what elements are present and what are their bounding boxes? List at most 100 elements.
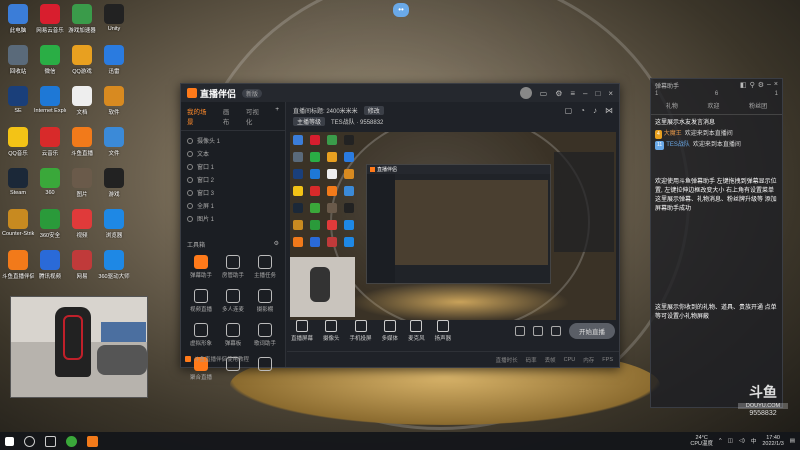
start-live-button[interactable]: 开始直播 [569, 323, 615, 339]
message-icon[interactable]: ▭ [540, 89, 548, 98]
gear-icon[interactable] [551, 326, 561, 336]
desktop-icon[interactable]: 软件 [98, 86, 130, 116]
bell-icon[interactable]: ♪ [593, 106, 597, 115]
share-icon[interactable]: ⋈ [605, 106, 613, 115]
source-item[interactable]: 文本 [187, 147, 279, 160]
eye-icon[interactable] [533, 326, 543, 336]
settings-icon[interactable]: ⚙ [758, 81, 764, 89]
search-icon[interactable] [24, 435, 35, 447]
tool-item[interactable]: 弹幕助手 [185, 255, 217, 279]
tool-item[interactable]: 视频直播 [185, 289, 217, 313]
add-scene-button[interactable]: + [275, 106, 279, 126]
tool-item[interactable]: 房管助手 [217, 255, 249, 279]
network-icon[interactable]: ◫ [728, 438, 733, 444]
toolbox-settings-icon[interactable]: ⚙ [274, 240, 279, 249]
stream-preview[interactable]: 直播伴侣 [290, 132, 616, 320]
source-item[interactable]: 图片 1 [187, 212, 279, 225]
desktop-icon[interactable]: 360安全 [34, 209, 66, 239]
desktop-icon[interactable]: 回收站 [2, 45, 34, 75]
desktop-icon[interactable]: QQ游戏 [66, 45, 98, 75]
visibility-icon[interactable] [187, 215, 193, 222]
top-floating-badge[interactable]: •• [393, 3, 409, 17]
desktop-icon[interactable]: 云音乐 [34, 127, 66, 157]
desktop-icon[interactable]: Unity [98, 4, 130, 32]
desktop-icon[interactable]: 文件 [98, 127, 130, 157]
desktop-icon[interactable]: 迅雷 [98, 45, 130, 75]
desktop-icon[interactable]: 斗鱼直播伴侣 [2, 250, 34, 280]
visibility-icon[interactable] [187, 189, 193, 196]
visibility-icon[interactable] [187, 137, 193, 144]
desktop-icon[interactable]: 网易 [66, 250, 98, 280]
volume-icon[interactable]: ◁) [739, 438, 745, 444]
desktop-icon[interactable]: 360驱动大师 [98, 250, 130, 280]
tab-visual[interactable]: 可视化 [246, 106, 265, 126]
chat-icon[interactable]: ▢ [565, 106, 573, 115]
capture-button[interactable]: 手机投屏 [350, 320, 372, 342]
desktop-icon[interactable]: 网易云音乐 [34, 4, 66, 34]
visibility-icon[interactable] [187, 150, 193, 157]
lock-icon[interactable]: ◧ [740, 81, 747, 89]
tab-gifts[interactable]: 礼物 [666, 101, 678, 110]
desktop-icon[interactable]: 图片 [66, 168, 98, 198]
minimize-icon[interactable]: – [767, 81, 771, 89]
visibility-icon[interactable] [187, 202, 193, 209]
source-item[interactable]: 窗口 3 [187, 186, 279, 199]
desktop-icon[interactable]: 游戏加速器 [66, 4, 98, 34]
chat-nickname[interactable]: 大魔王 [664, 131, 682, 137]
capture-button[interactable]: 扬声器 [435, 320, 451, 342]
capture-button[interactable]: 直播屏幕 [291, 320, 313, 342]
source-item[interactable]: 窗口 1 [187, 160, 279, 173]
capture-button[interactable]: 摄像头 [323, 320, 340, 342]
capture-button[interactable]: 麦克风 [408, 320, 425, 342]
taskbar-companion-icon[interactable] [87, 435, 98, 447]
tool-item[interactable]: 主播任务 [249, 255, 281, 279]
live-companion-window[interactable]: 直播伴侣 新版 ▭ ⚙ ≡ – □ × 我的场景 画布 可视化 + 摄像头 1 文… [180, 83, 620, 381]
notification-center-icon[interactable]: ▤ [790, 438, 795, 444]
tab-canvas[interactable]: 画布 [223, 106, 236, 126]
cpu-temp[interactable]: 24°C CPU温度 [690, 435, 713, 447]
settings-icon[interactable]: ⚙ [555, 89, 562, 98]
anchor-level-tag[interactable]: 主播等级 [293, 117, 326, 126]
taskbar-360-icon[interactable] [66, 435, 77, 447]
close-icon[interactable]: × [608, 89, 613, 98]
close-icon[interactable]: × [774, 81, 778, 89]
menu-icon[interactable]: ≡ [570, 89, 575, 98]
chevron-up-icon[interactable]: ^ [719, 438, 722, 444]
webcam-overlay[interactable] [10, 296, 148, 398]
tool-item[interactable]: 虚拟形象 [185, 323, 217, 347]
notification-icon[interactable]: ◔ [580, 106, 585, 115]
edit-title-button[interactable]: 修改 [363, 106, 384, 115]
chat-nickname[interactable]: TES战队 [666, 142, 690, 148]
desktop-icon[interactable]: 游戏 [98, 168, 130, 198]
title-bar[interactable]: 直播伴侣 新版 ▭ ⚙ ≡ – □ × [181, 84, 619, 102]
avatar[interactable] [519, 87, 532, 99]
desktop-icon[interactable]: 斗鱼直播 [66, 127, 98, 157]
desktop-icon[interactable]: 浏览器 [98, 209, 130, 239]
desktop-icon[interactable]: Internet Explorer [34, 86, 66, 114]
desktop-icon[interactable]: 360 [34, 168, 66, 196]
task-view-icon[interactable] [45, 435, 56, 447]
desktop-icon[interactable]: 腾讯视频 [34, 250, 66, 280]
maximize-icon[interactable]: □ [595, 89, 600, 98]
visibility-icon[interactable] [187, 163, 193, 170]
tab-welcome[interactable]: 欢迎 [707, 101, 719, 110]
pin-icon[interactable]: ⚲ [750, 81, 755, 89]
tool-item[interactable]: 摄影棚 [249, 289, 281, 313]
desktop-icon[interactable]: SE [2, 86, 34, 114]
version-badge[interactable]: 新版 [242, 88, 263, 98]
desktop-icon[interactable]: QQ音乐 [2, 127, 34, 157]
danmaku-panel[interactable]: 弹幕助手 ◧ ⚲ ⚙ – × 1 6 1 礼物 欢迎 粉丝团 这里展示水友发言消… [650, 78, 783, 408]
desktop-icon[interactable]: 视频 [66, 209, 98, 239]
record-icon[interactable] [515, 326, 525, 336]
source-item[interactable]: 窗口 2 [187, 173, 279, 186]
tool-item[interactable]: 歌词助手 [249, 323, 281, 347]
clock[interactable]: 17:40 2022/1/3 [762, 435, 783, 447]
tool-item[interactable]: 多人连麦 [217, 289, 249, 313]
source-item[interactable]: 摄像头 1 [187, 134, 279, 147]
desktop-icon[interactable]: Counter-Strike [2, 209, 34, 237]
tab-fans[interactable]: 粉丝团 [749, 101, 767, 110]
tutorial-link[interactable]: 斗鱼直播伴侣使用教程 [185, 355, 281, 363]
desktop-icon[interactable]: 文档 [66, 86, 98, 116]
ime-icon[interactable]: 中 [751, 437, 757, 445]
desktop-icon[interactable]: 此电脑 [2, 4, 34, 34]
